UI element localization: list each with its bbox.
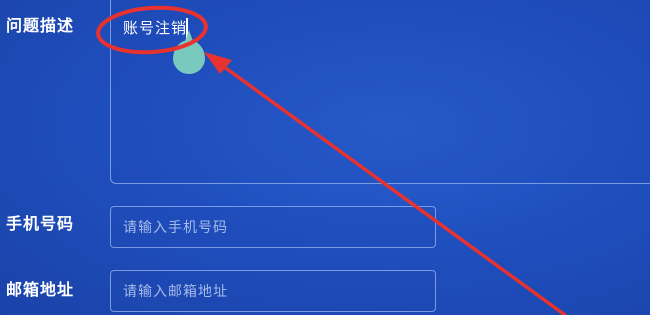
email-input[interactable]: 请输入邮箱地址 <box>110 270 436 312</box>
description-textarea[interactable]: 账号注销 <box>110 0 650 184</box>
phone-label: 手机号码 <box>6 214 75 233</box>
email-label: 邮箱地址 <box>6 280 75 299</box>
feedback-form: 问题描述 账号注销 手机号码 请输入手机号码 邮箱地址 请输入邮箱地址 <box>0 0 650 315</box>
description-label: 问题描述 <box>6 16 75 35</box>
phone-input[interactable]: 请输入手机号码 <box>110 206 436 248</box>
description-value: 账号注销 <box>123 19 188 37</box>
text-selection-handle-icon[interactable] <box>173 40 205 74</box>
